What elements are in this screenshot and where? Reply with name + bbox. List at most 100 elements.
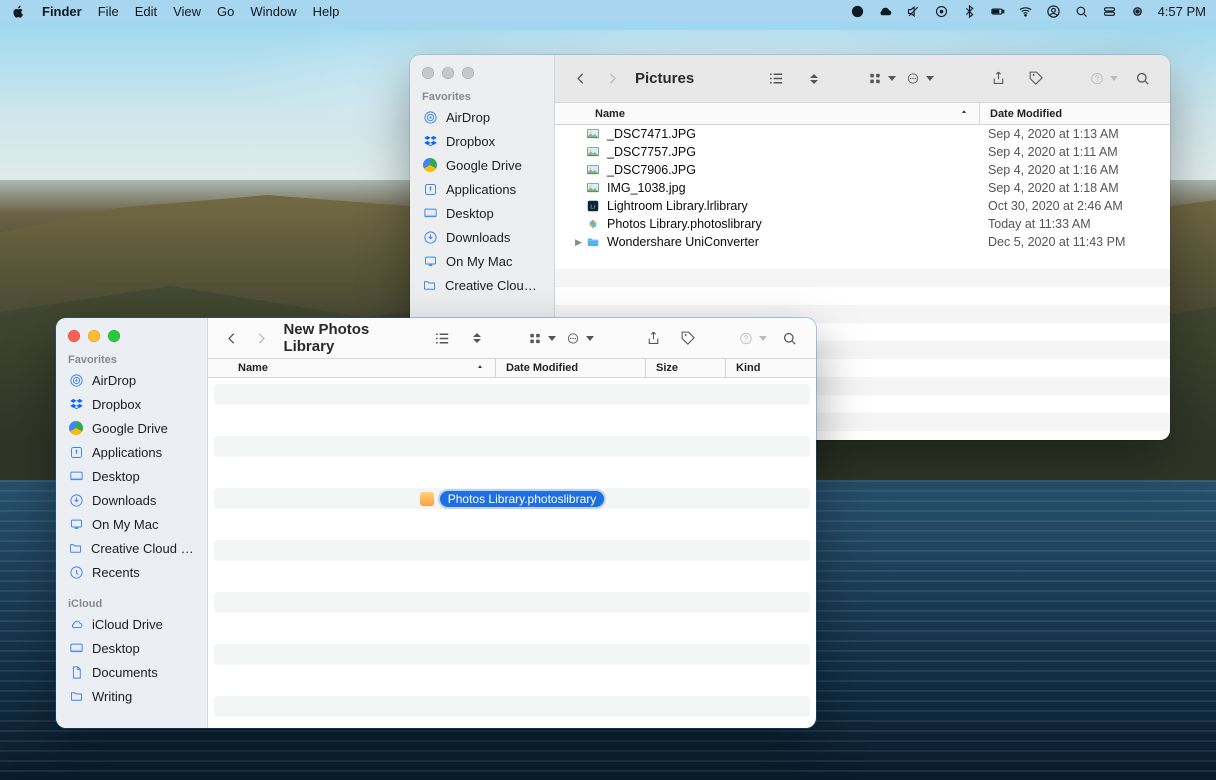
menubar-user-icon[interactable] bbox=[1046, 4, 1062, 19]
menubar-screencast-icon[interactable] bbox=[934, 4, 950, 19]
column-size[interactable]: Size bbox=[646, 359, 726, 377]
menubar-help[interactable]: Help bbox=[313, 4, 340, 19]
sidebar-item-on-my-mac[interactable]: On My Mac bbox=[56, 512, 207, 536]
fullscreen-button[interactable] bbox=[108, 330, 120, 342]
file-date: Sep 4, 2020 at 1:16 AM bbox=[980, 163, 1170, 177]
view-sort-stepper[interactable] bbox=[800, 67, 828, 91]
help-button[interactable] bbox=[1090, 67, 1118, 91]
sidebar-item-downloads[interactable]: Downloads bbox=[410, 225, 554, 249]
list-item-selected[interactable]: Photos Library.photoslibrary bbox=[214, 488, 810, 509]
apple-menu-icon[interactable] bbox=[10, 4, 26, 19]
tags-button[interactable] bbox=[676, 326, 701, 350]
share-button[interactable] bbox=[984, 67, 1012, 91]
file-date: Dec 5, 2020 at 11:43 PM bbox=[980, 235, 1170, 249]
nav-back-button[interactable] bbox=[569, 68, 591, 90]
share-button[interactable] bbox=[641, 326, 666, 350]
file-row[interactable]: Lightroom Library.lrlibraryOct 30, 2020 … bbox=[555, 197, 1170, 215]
sidebar-item-airdrop[interactable]: AirDrop bbox=[410, 105, 554, 129]
menubar-clock[interactable]: 4:57 PM bbox=[1158, 4, 1206, 19]
menubar-battery-icon[interactable] bbox=[990, 4, 1006, 19]
sidebar: Favorites AirDropDropboxGoogle DriveAppl… bbox=[56, 318, 208, 728]
sidebar-item-creative-cloud-files[interactable]: Creative Cloud Files bbox=[56, 536, 207, 560]
sidebar-item-airdrop[interactable]: AirDrop bbox=[56, 368, 207, 392]
nav-forward-button[interactable] bbox=[252, 327, 272, 349]
help-button[interactable] bbox=[739, 326, 767, 350]
sort-asc-icon bbox=[959, 107, 969, 120]
column-date[interactable]: Date Modified bbox=[496, 359, 646, 377]
sidebar-item-applications[interactable]: Applications bbox=[410, 177, 554, 201]
menubar-file[interactable]: File bbox=[98, 4, 119, 19]
file-row[interactable]: IMG_1038.jpgSep 4, 2020 at 1:18 AM bbox=[555, 179, 1170, 197]
menubar-edit[interactable]: Edit bbox=[135, 4, 157, 19]
file-icon bbox=[585, 199, 601, 213]
search-button[interactable] bbox=[1128, 67, 1156, 91]
menubar-view[interactable]: View bbox=[173, 4, 201, 19]
menubar-icon-app1[interactable] bbox=[850, 4, 866, 19]
sidebar-item-dropbox[interactable]: Dropbox bbox=[56, 392, 207, 416]
sidebar-item-label: Downloads bbox=[446, 230, 510, 245]
sidebar-item-on-my-mac[interactable]: On My Mac bbox=[410, 249, 554, 273]
menubar-wifi-icon[interactable] bbox=[1018, 4, 1034, 19]
close-button[interactable] bbox=[68, 330, 80, 342]
nav-forward-button[interactable] bbox=[601, 68, 623, 90]
sidebar-item-documents[interactable]: Documents bbox=[56, 660, 207, 684]
menubar-app[interactable]: Finder bbox=[42, 4, 82, 19]
menubar-control-center-icon[interactable] bbox=[1102, 4, 1118, 19]
file-icon bbox=[585, 145, 601, 159]
actions-button[interactable] bbox=[906, 67, 934, 91]
column-name[interactable]: Name bbox=[208, 359, 496, 377]
finder-window-new-photos-library[interactable]: Favorites AirDropDropboxGoogle DriveAppl… bbox=[56, 318, 816, 728]
sidebar-item-desktop[interactable]: Desktop bbox=[410, 201, 554, 225]
sidebar-item-creative-cloud-files[interactable]: Creative Cloud Files bbox=[410, 273, 554, 297]
group-by-button[interactable] bbox=[528, 326, 556, 350]
file-row[interactable]: _DSC7471.JPGSep 4, 2020 at 1:13 AM bbox=[555, 125, 1170, 143]
sidebar-item-desktop[interactable]: Desktop bbox=[56, 636, 207, 660]
menubar-bluetooth-icon[interactable] bbox=[962, 4, 978, 19]
menubar-go[interactable]: Go bbox=[217, 4, 234, 19]
nav-back-button[interactable] bbox=[222, 327, 242, 349]
sidebar-item-icloud-drive[interactable]: iCloud Drive bbox=[56, 612, 207, 636]
selected-file-label[interactable]: Photos Library.photoslibrary bbox=[440, 491, 605, 507]
gdrive-icon bbox=[68, 420, 84, 436]
sidebar-item-desktop[interactable]: Desktop bbox=[56, 464, 207, 488]
sidebar-item-label: iCloud Drive bbox=[92, 617, 163, 632]
minimize-button[interactable] bbox=[442, 67, 454, 79]
view-sort-stepper[interactable] bbox=[465, 326, 490, 350]
sidebar-item-google-drive[interactable]: Google Drive bbox=[410, 153, 554, 177]
sidebar-item-label: AirDrop bbox=[92, 373, 136, 388]
sidebar-item-recents[interactable]: Recents bbox=[56, 560, 207, 584]
file-list[interactable]: Photos Library.photoslibrary bbox=[208, 378, 816, 728]
sort-asc-icon bbox=[475, 362, 485, 375]
file-row[interactable]: ▶Wondershare UniConverterDec 5, 2020 at … bbox=[555, 233, 1170, 251]
sidebar-item-applications[interactable]: Applications bbox=[56, 440, 207, 464]
sidebar-item-writing[interactable]: Writing bbox=[56, 684, 207, 708]
view-list-button[interactable] bbox=[430, 326, 455, 350]
tags-button[interactable] bbox=[1022, 67, 1050, 91]
minimize-button[interactable] bbox=[88, 330, 100, 342]
disclosure-icon[interactable]: ▶ bbox=[575, 237, 585, 248]
file-icon bbox=[585, 235, 601, 249]
menubar-icloud-icon[interactable] bbox=[878, 4, 894, 19]
sidebar-item-dropbox[interactable]: Dropbox bbox=[410, 129, 554, 153]
file-row[interactable]: Photos Library.photoslibraryToday at 11:… bbox=[555, 215, 1170, 233]
menubar-spotlight-icon[interactable] bbox=[1074, 4, 1090, 19]
search-button[interactable] bbox=[777, 326, 802, 350]
folder-icon bbox=[68, 688, 84, 704]
sidebar-item-downloads[interactable]: Downloads bbox=[56, 488, 207, 512]
view-list-button[interactable] bbox=[762, 67, 790, 91]
column-headers: Name Date Modified Size Kind bbox=[208, 359, 816, 378]
gdrive-icon bbox=[422, 157, 438, 173]
sidebar-item-google-drive[interactable]: Google Drive bbox=[56, 416, 207, 440]
file-row[interactable]: _DSC7757.JPGSep 4, 2020 at 1:11 AM bbox=[555, 143, 1170, 161]
column-name[interactable]: Name bbox=[555, 103, 980, 124]
group-by-button[interactable] bbox=[868, 67, 896, 91]
actions-button[interactable] bbox=[566, 326, 594, 350]
fullscreen-button[interactable] bbox=[462, 67, 474, 79]
menubar-siri-icon[interactable] bbox=[1130, 4, 1146, 19]
close-button[interactable] bbox=[422, 67, 434, 79]
menubar-mute-icon[interactable] bbox=[906, 4, 922, 19]
column-date[interactable]: Date Modified bbox=[980, 103, 1170, 124]
file-row[interactable]: _DSC7906.JPGSep 4, 2020 at 1:16 AM bbox=[555, 161, 1170, 179]
menubar-window[interactable]: Window bbox=[250, 4, 296, 19]
column-kind[interactable]: Kind bbox=[726, 359, 816, 377]
